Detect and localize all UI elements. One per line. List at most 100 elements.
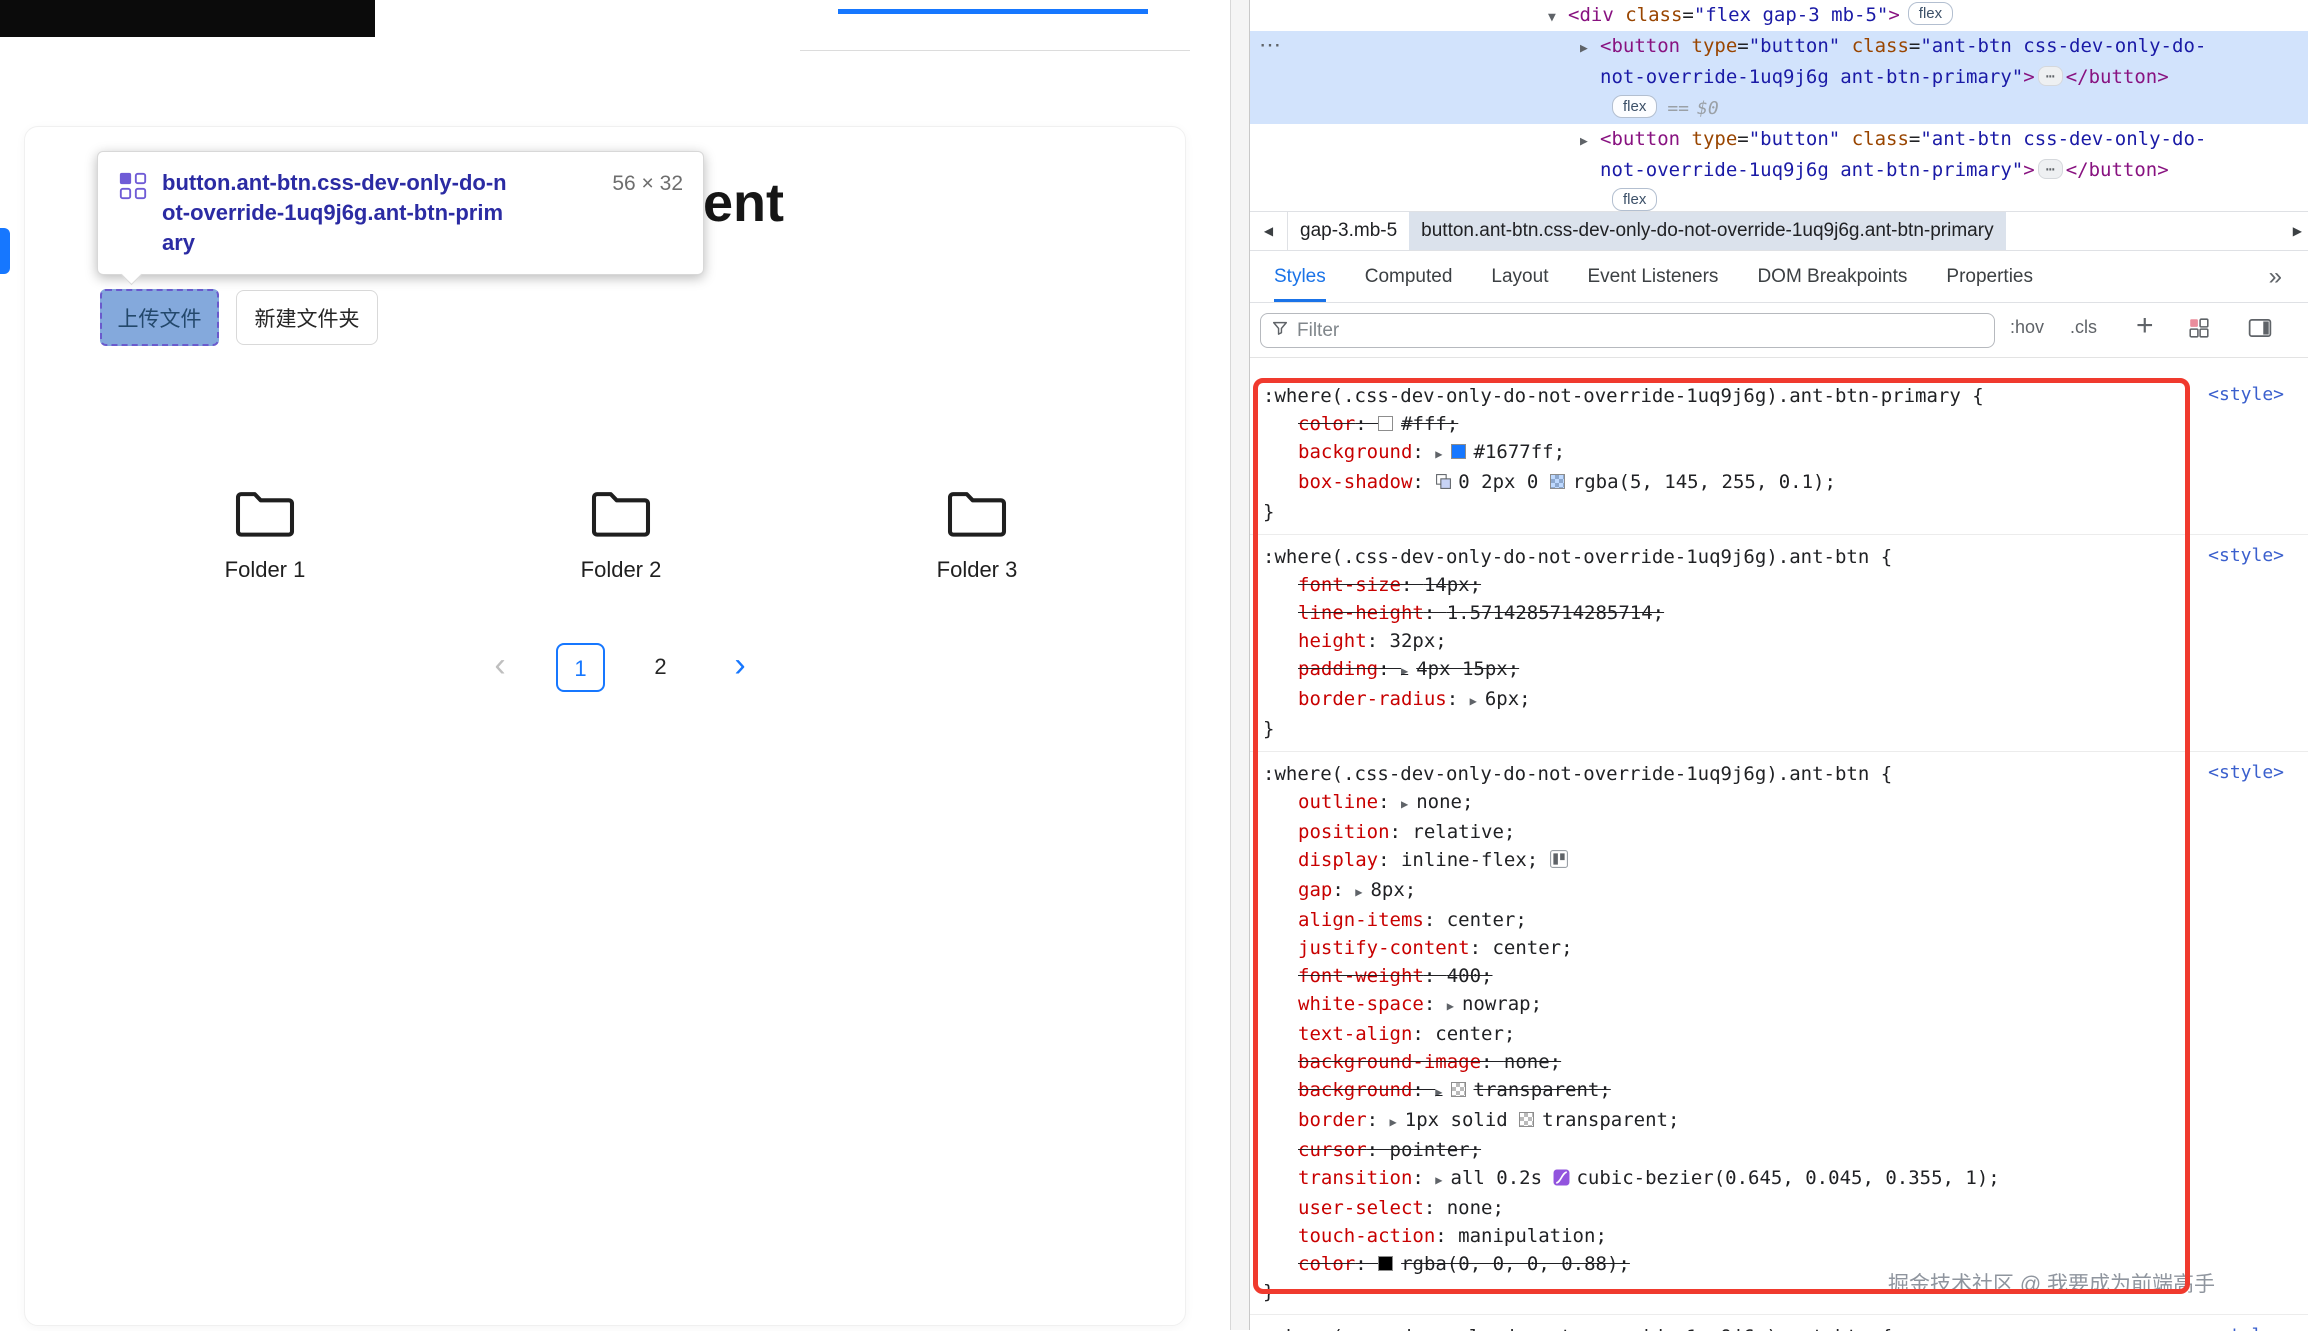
breadcrumb-item[interactable]: gap-3.mb-5 (1288, 212, 1409, 250)
css-declaration[interactable]: outline: ▶none; (1263, 788, 2158, 818)
bezier-icon[interactable] (1553, 1166, 1570, 1194)
css-declaration[interactable]: height: 32px; (1263, 627, 2158, 655)
css-declaration[interactable]: border-radius: ▶6px; (1263, 685, 2158, 715)
stylesheet-source-link[interactable]: <style> (2208, 545, 2284, 566)
expand-arrow-icon[interactable]: ▶ (1355, 885, 1362, 899)
color-swatch[interactable] (1519, 1112, 1534, 1127)
rule-selector[interactable]: :where(.css-dev-only-do-not-override-1uq… (1263, 385, 1984, 407)
expand-arrow-icon[interactable]: ▶ (1470, 694, 1477, 708)
expand-arrow-icon[interactable]: ▶ (1435, 1173, 1442, 1187)
tab-computed[interactable]: Computed (1365, 251, 1453, 302)
expand-arrow-icon[interactable]: ▶ (1435, 1085, 1442, 1099)
crumb-scroll-left-button[interactable]: ◀ (1250, 212, 1288, 250)
rule-selector[interactable]: :where(.css-dev-only-do-not-override-1uq… (1263, 763, 1892, 785)
breadcrumb-item-selected[interactable]: button.ant-btn.css-dev-only-do-not-overr… (1409, 212, 2005, 250)
stylesheet-source-link[interactable]: <style> (2208, 762, 2284, 783)
css-declaration[interactable]: user-select: none; (1263, 1194, 2158, 1222)
attr-token: class (1840, 35, 1909, 57)
more-actions-icon[interactable]: ⋯ (1259, 32, 1282, 58)
css-declaration[interactable]: font-weight: 400; (1263, 962, 2158, 990)
tabs-overflow-icon[interactable]: » (2269, 251, 2282, 302)
expand-arrow-icon[interactable]: ▶ (1435, 447, 1442, 461)
new-folder-button[interactable]: 新建文件夹 (236, 290, 378, 345)
attr-token: class (1840, 128, 1909, 150)
ellipsis-children-icon[interactable]: ⋯ (2038, 159, 2063, 179)
tree-node-button-wrap[interactable]: not-override-1uq9j6g ant-btn-primary">⋯<… (1250, 155, 2308, 186)
rule-selector[interactable]: :where(.css-dev-only-do-not-override-1uq… (1263, 1326, 1892, 1331)
page-2-button[interactable]: 2 (636, 643, 685, 692)
folder-item[interactable]: Folder 1 (185, 486, 345, 583)
folder-item[interactable]: Folder 2 (541, 486, 701, 583)
flex-badge[interactable]: flex (1612, 95, 1657, 118)
css-declaration[interactable]: font-size: 14px; (1263, 571, 2158, 599)
shadow-icon[interactable] (1435, 470, 1452, 498)
selected-tree-node[interactable]: ⋯ ▶<button type="button" class="ant-btn … (1250, 31, 2308, 124)
styles-filter-input[interactable] (1297, 320, 1984, 342)
css-declaration[interactable]: transition: ▶all 0.2s cubic-bezier(0.645… (1263, 1164, 2158, 1194)
css-declaration[interactable]: border: ▶1px solid transparent; (1263, 1106, 2158, 1136)
css-declaration[interactable]: background: ▶#1677ff; (1263, 438, 2158, 468)
css-declaration[interactable]: color: #fff; (1263, 410, 2158, 438)
rule-selector[interactable]: :where(.css-dev-only-do-not-override-1uq… (1263, 546, 1892, 568)
sidebar-toggle-icon[interactable] (2248, 317, 2272, 344)
tab-properties[interactable]: Properties (1946, 251, 2033, 302)
collapse-arrow-icon[interactable]: ▼ (1548, 2, 1568, 33)
expand-arrow-icon[interactable]: ▶ (1580, 126, 1600, 157)
tree-node-button[interactable]: ▶<button type="button" class="ant-btn cs… (1250, 124, 2308, 155)
flex-badge[interactable]: flex (1908, 2, 1953, 25)
stylesheet-source-link[interactable]: <style> (2208, 1325, 2284, 1331)
css-declaration[interactable]: display: inline-flex; (1263, 846, 2158, 876)
color-swatch[interactable] (1451, 1082, 1466, 1097)
new-style-rule-button[interactable]: + (2136, 309, 2154, 343)
side-drawer-handle[interactable] (0, 228, 10, 274)
css-declaration[interactable]: line-height: 1.5714285714285714; (1263, 599, 2158, 627)
styles-filter-box[interactable] (1260, 313, 1995, 348)
css-declaration[interactable]: white-space: ▶nowrap; (1263, 990, 2158, 1020)
expand-arrow-icon[interactable]: ▶ (1580, 33, 1600, 64)
declaration-content: white-space: ▶nowrap; (1298, 993, 1542, 1015)
colon-token: : (1412, 1023, 1435, 1045)
stylesheet-source-link[interactable]: <style> (2208, 384, 2284, 405)
css-property-name: background (1298, 441, 1412, 463)
css-declaration[interactable]: background: ▶transparent; (1263, 1076, 2158, 1106)
declaration-content: display: inline-flex; (1298, 849, 1574, 871)
pseudo-state-button[interactable]: :hov (2010, 317, 2044, 338)
tab-dom-breakpoints[interactable]: DOM Breakpoints (1757, 251, 1907, 302)
expand-arrow-icon[interactable]: ▶ (1447, 999, 1454, 1013)
css-declaration[interactable]: position: relative; (1263, 818, 2158, 846)
folder-item[interactable]: Folder 3 (897, 486, 1057, 583)
flex-editor-icon[interactable] (1550, 848, 1568, 876)
css-declaration[interactable]: touch-action: manipulation; (1263, 1222, 2158, 1250)
expand-arrow-icon[interactable]: ▶ (1401, 664, 1408, 678)
colon-token: : (1367, 630, 1390, 652)
css-value: 0 2px 0 (1458, 471, 1550, 493)
css-declaration[interactable]: align-items: center; (1263, 906, 2158, 934)
css-declaration[interactable]: cursor: pointer; (1263, 1136, 2158, 1164)
element-classes-button[interactable]: .cls (2070, 317, 2097, 338)
ellipsis-children-icon[interactable]: ⋯ (2038, 66, 2063, 86)
tab-styles[interactable]: Styles (1274, 251, 1326, 302)
upload-file-button[interactable]: 上传文件 (100, 289, 219, 346)
css-declaration[interactable]: justify-content: center; (1263, 934, 2158, 962)
color-swatch[interactable] (1550, 474, 1565, 489)
css-declaration[interactable]: background-image: none; (1263, 1048, 2158, 1076)
page-1-button[interactable]: 1 (556, 643, 605, 692)
tab-event-listeners[interactable]: Event Listeners (1587, 251, 1718, 302)
css-declaration[interactable]: gap: ▶8px; (1263, 876, 2158, 906)
css-declaration[interactable]: padding: ▶4px 15px; (1263, 655, 2158, 685)
color-swatch[interactable] (1378, 1256, 1393, 1271)
expand-arrow-icon[interactable]: ▶ (1401, 797, 1408, 811)
tree-node-div[interactable]: ▼<div class="flex gap-3 mb-5">flex (1250, 0, 2308, 31)
color-swatch[interactable] (1378, 416, 1393, 431)
expand-arrow-icon[interactable]: ▶ (1390, 1115, 1397, 1129)
flex-badge[interactable]: flex (1612, 188, 1657, 211)
css-declaration[interactable]: box-shadow: 0 2px 0 rgba(5, 145, 255, 0.… (1263, 468, 2158, 498)
crumb-scroll-right-button[interactable]: ▶ (2293, 212, 2302, 250)
next-page-icon[interactable]: › (720, 643, 760, 692)
css-declaration[interactable]: text-align: center; (1263, 1020, 2158, 1048)
swatch-grid-icon[interactable] (2188, 317, 2210, 344)
prev-page-icon[interactable]: ‹ (480, 643, 520, 692)
tab-layout[interactable]: Layout (1491, 251, 1548, 302)
declaration-content: padding: ▶4px 15px; (1298, 658, 1519, 680)
color-swatch[interactable] (1451, 444, 1466, 459)
